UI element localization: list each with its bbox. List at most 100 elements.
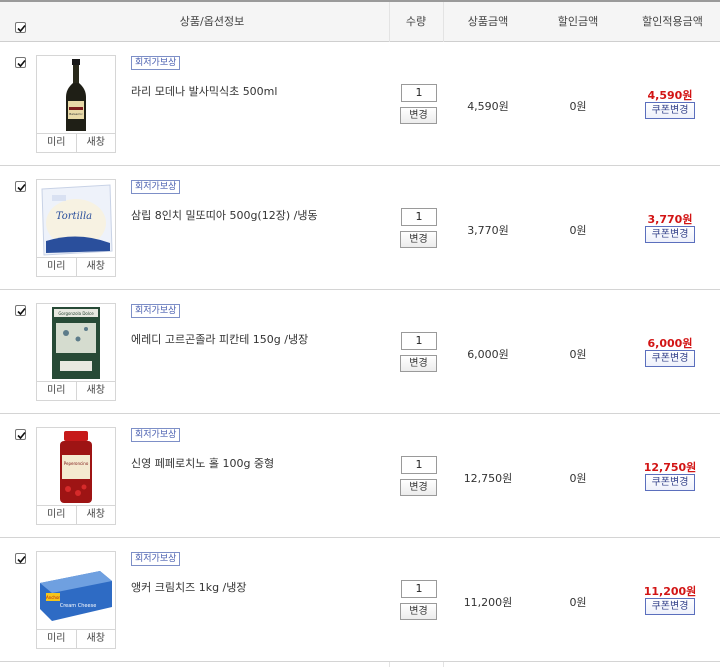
header-final-amount: 할인적용금액 <box>642 15 703 28</box>
lowest-price-badge: 회저가보상 <box>131 180 181 194</box>
gorgonzola-package-image: Gorgonzola Dolce <box>52 307 100 379</box>
product-image[interactable]: Peperoncino <box>38 429 114 505</box>
cart-row: Anchor Cream Cheese 미리 새창 회저가보상 앵커 크림치즈 … <box>0 538 720 662</box>
product-name[interactable]: 에레디 고르곤졸라 피칸테 150g /냉장 <box>131 331 308 347</box>
check-icon <box>17 555 26 564</box>
lowest-price-badge: 회저가보상 <box>131 56 181 70</box>
check-icon <box>17 59 26 68</box>
cream-cheese-box-image: Anchor Cream Cheese <box>40 571 112 621</box>
new-window-button[interactable]: 새창 <box>75 630 116 648</box>
row-checkbox[interactable] <box>15 181 26 192</box>
final-amount: 11,200원 <box>643 585 697 598</box>
coupon-change-button[interactable]: 쿠폰변경 <box>645 226 695 243</box>
cart-row: Tortilla 미리 새창 회저가보상 삼립 8인치 밀또띠아 500g(12… <box>0 166 720 290</box>
svg-text:Peperoncino: Peperoncino <box>64 461 89 466</box>
quantity-input[interactable]: 1 <box>401 332 437 350</box>
coupon-change-button[interactable]: 쿠폰변경 <box>645 350 695 367</box>
thumbnail-actions: 미리 새창 <box>37 505 115 524</box>
product-amount: 4,590원 <box>467 100 509 113</box>
svg-text:Anchor: Anchor <box>46 595 60 600</box>
final-amount: 4,590원 <box>647 89 693 102</box>
preview-button[interactable]: 미리 <box>37 134 76 152</box>
thumbnail-actions: 미리 새창 <box>37 629 115 648</box>
check-icon <box>17 307 26 316</box>
preview-button[interactable]: 미리 <box>37 258 76 276</box>
coupon-change-button[interactable]: 쿠폰변경 <box>645 598 695 615</box>
quantity-change-button[interactable]: 변경 <box>400 107 437 124</box>
cart-row: Peperoncino 미리 새창 회저가보상 신영 페페로치노 홀 100g … <box>0 414 720 538</box>
lowest-price-badge: 회저가보상 <box>131 428 181 442</box>
thumbnail-actions: 미리 새창 <box>37 381 115 400</box>
product-thumbnail: Balsamic 미리 새창 <box>36 55 116 153</box>
product-name[interactable]: 신영 페페로치노 홀 100g 중형 <box>131 455 274 471</box>
table-header: 상품/옵션정보 수량 상품금액 할인금액 할인적용금액 <box>0 2 720 42</box>
quantity-input[interactable]: 1 <box>401 456 437 474</box>
product-thumbnail: Peperoncino 미리 새창 <box>36 427 116 525</box>
cart-table: 상품/옵션정보 수량 상품금액 할인금액 할인적용금액 Balsamic 미리 … <box>0 0 720 667</box>
row-checkbox[interactable] <box>15 57 26 68</box>
header-discount-amount: 할인금액 <box>557 15 599 28</box>
quantity-input[interactable]: 1 <box>401 84 437 102</box>
discount-amount: 0원 <box>569 348 587 361</box>
tortilla-package-image: Tortilla <box>41 184 113 256</box>
select-all-checkbox[interactable] <box>15 22 26 33</box>
product-image[interactable]: Anchor Cream Cheese <box>38 553 114 629</box>
coupon-change-button[interactable]: 쿠폰변경 <box>645 474 695 491</box>
header-quantity: 수량 <box>405 15 427 28</box>
svg-text:Tortilla: Tortilla <box>56 211 92 222</box>
final-amount: 3,770원 <box>647 213 693 226</box>
cart-row: Gorgonzola Dolce 미리 새창 회저가보상 에레디 고르곤졸라 피… <box>0 290 720 414</box>
discount-amount: 0원 <box>569 472 587 485</box>
lowest-price-badge: 회저가보상 <box>131 552 181 566</box>
coupon-change-button[interactable]: 쿠폰변경 <box>645 102 695 119</box>
quantity-change-button[interactable]: 변경 <box>400 355 437 372</box>
row-checkbox[interactable] <box>15 553 26 564</box>
row-checkbox[interactable] <box>15 305 26 316</box>
new-window-button[interactable]: 새창 <box>75 506 116 524</box>
quantity-change-button[interactable]: 변경 <box>400 603 437 620</box>
svg-text:Cream Cheese: Cream Cheese <box>60 603 97 609</box>
new-window-button[interactable]: 새창 <box>75 258 116 276</box>
check-icon <box>17 431 26 440</box>
preview-button[interactable]: 미리 <box>37 382 76 400</box>
quantity-input[interactable]: 1 <box>401 580 437 598</box>
discount-amount: 0원 <box>569 596 587 609</box>
final-amount: 6,000원 <box>647 337 693 350</box>
thumbnail-actions: 미리 새창 <box>37 133 115 152</box>
product-image[interactable]: Tortilla <box>38 181 114 257</box>
thumbnail-actions: 미리 새창 <box>37 257 115 276</box>
product-name[interactable]: 앵커 크림치즈 1kg /냉장 <box>131 579 247 595</box>
check-icon <box>17 183 26 192</box>
product-amount: 6,000원 <box>467 348 509 361</box>
quantity-input[interactable]: 1 <box>401 208 437 226</box>
header-product-info: 상품/옵션정보 <box>179 15 245 28</box>
product-thumbnail: Gorgonzola Dolce 미리 새창 <box>36 303 116 401</box>
quantity-change-button[interactable]: 변경 <box>400 479 437 496</box>
preview-button[interactable]: 미리 <box>37 630 76 648</box>
product-image[interactable]: Gorgonzola Dolce <box>38 305 114 381</box>
preview-button[interactable]: 미리 <box>37 506 76 524</box>
check-icon <box>17 24 26 33</box>
product-thumbnail: Anchor Cream Cheese 미리 새창 <box>36 551 116 649</box>
final-amount: 12,750원 <box>643 461 697 474</box>
product-name[interactable]: 삼립 8인치 밀또띠아 500g(12장) /냉동 <box>131 207 318 223</box>
quantity-change-button[interactable]: 변경 <box>400 231 437 248</box>
lowest-price-badge: 회저가보상 <box>131 304 181 318</box>
discount-amount: 0원 <box>569 224 587 237</box>
row-checkbox[interactable] <box>15 429 26 440</box>
new-window-button[interactable]: 새창 <box>75 134 116 152</box>
product-amount: 12,750원 <box>463 472 513 485</box>
product-image[interactable]: Balsamic <box>38 57 114 133</box>
product-amount: 3,770원 <box>467 224 509 237</box>
header-product-amount: 상품금액 <box>467 15 509 28</box>
product-name[interactable]: 라리 모데나 발사믹식초 500ml <box>131 83 277 99</box>
product-amount: 11,200원 <box>463 596 513 609</box>
peperoncino-jar-image: Peperoncino <box>60 431 92 503</box>
cart-row: Balsamic 미리 새창 회저가보상 라리 모데나 발사믹식초 500ml … <box>0 42 720 166</box>
svg-text:Balsamic: Balsamic <box>69 112 83 116</box>
balsamic-bottle-image: Balsamic <box>66 59 86 131</box>
discount-amount: 0원 <box>569 100 587 113</box>
svg-text:Gorgonzola Dolce: Gorgonzola Dolce <box>58 311 94 316</box>
product-thumbnail: Tortilla 미리 새창 <box>36 179 116 277</box>
new-window-button[interactable]: 새창 <box>75 382 116 400</box>
